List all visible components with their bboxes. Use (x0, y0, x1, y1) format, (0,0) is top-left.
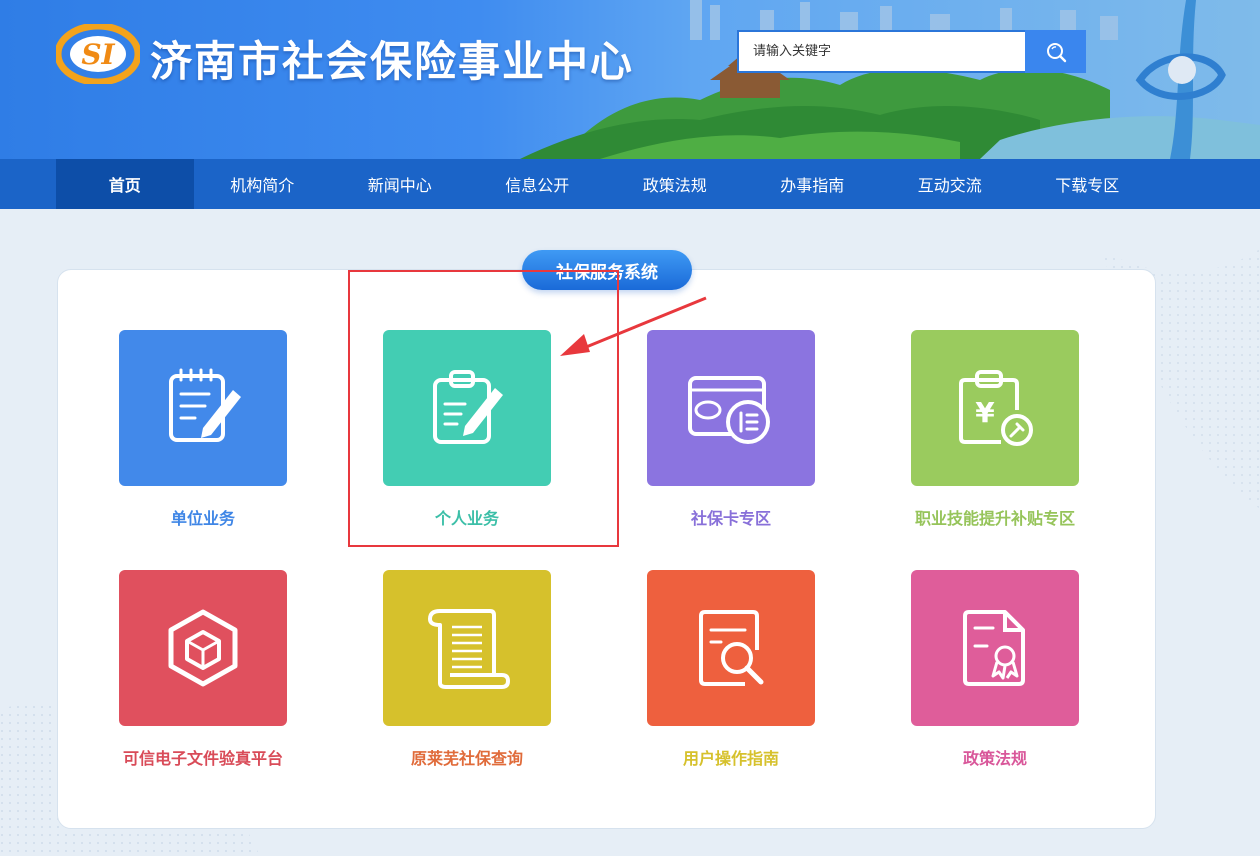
main-nav: 首页 机构简介 新闻中心 信息公开 政策法规 办事指南 互动交流 下载专区 (0, 159, 1260, 209)
tile-unit-business[interactable] (119, 330, 287, 486)
nav-item-policy[interactable]: 政策法规 (606, 159, 744, 209)
tile-skill-subsidy[interactable]: ¥ (911, 330, 1079, 486)
cube-verify-icon (168, 609, 238, 687)
logo-text: SI (81, 38, 115, 71)
nav-item-news[interactable]: 新闻中心 (331, 159, 469, 209)
tile-label-laiwu-query[interactable]: 原莱芜社保查询 (337, 745, 597, 769)
tile-label-user-guide[interactable]: 用户操作指南 (601, 745, 861, 769)
nav-item-about[interactable]: 机构简介 (194, 159, 332, 209)
tile-label-skill-subsidy[interactable]: 职业技能提升补贴专区 (865, 505, 1125, 529)
tile-label-policy[interactable]: 政策法规 (865, 745, 1125, 769)
tile-label-e-file-verify[interactable]: 可信电子文件验真平台 (73, 745, 333, 769)
certificate-icon (963, 610, 1025, 686)
document-search-icon (699, 610, 764, 686)
tile-e-file-verify[interactable] (119, 570, 287, 726)
nav-item-home[interactable]: 首页 (56, 159, 194, 209)
search-button[interactable] (1025, 30, 1086, 73)
svg-text:¥: ¥ (975, 396, 995, 429)
tile-label-social-card[interactable]: 社保卡专区 (601, 505, 861, 529)
nav-item-disclosure[interactable]: 信息公开 (469, 159, 607, 209)
scroll-icon (428, 609, 510, 689)
tile-laiwu-query[interactable] (383, 570, 551, 726)
nav-item-guide[interactable]: 办事指南 (744, 159, 882, 209)
header-banner: SI 济南市社会保险事业中心 (0, 0, 1260, 159)
nav-item-downloads[interactable]: 下载专区 (1019, 159, 1157, 209)
nav-item-interaction[interactable]: 互动交流 (881, 159, 1019, 209)
tile-policy[interactable] (911, 570, 1079, 726)
social-card-icon (688, 376, 770, 444)
search-icon (1046, 42, 1066, 62)
annotation-arrow-icon (560, 296, 707, 356)
tile-label-unit-business[interactable]: 单位业务 (73, 505, 333, 529)
si-logo-icon: SI (56, 24, 140, 84)
search-input[interactable] (737, 30, 1025, 73)
site-title: 济南市社会保险事业中心 (150, 37, 635, 86)
subsidy-clipboard-icon: ¥ (959, 370, 1033, 446)
document-edit-icon (169, 368, 241, 442)
tile-user-guide[interactable] (647, 570, 815, 726)
